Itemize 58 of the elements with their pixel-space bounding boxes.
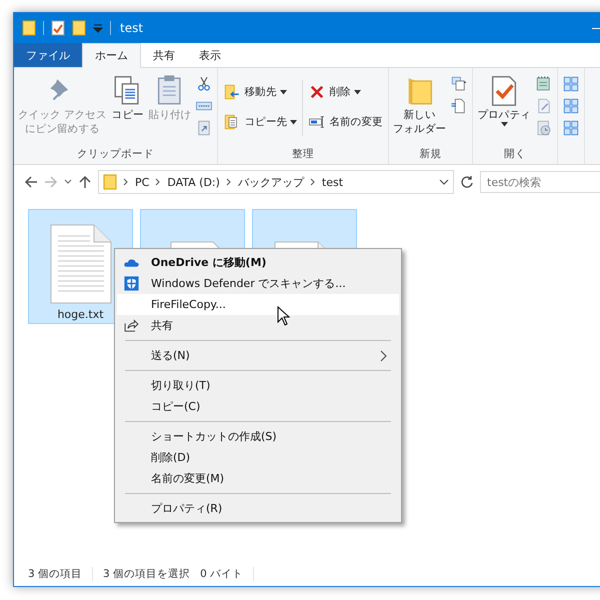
properties-icon[interactable] xyxy=(51,20,65,36)
ribbon-button[interactable]: 名前の変更 xyxy=(306,108,385,136)
ribbon-button[interactable]: コピー xyxy=(110,72,146,124)
folder-icon[interactable] xyxy=(72,20,86,36)
move-to-folder-icon xyxy=(223,83,242,101)
status-text: 0 バイト xyxy=(200,567,244,581)
menu-item[interactable]: プロパティ(R) xyxy=(117,498,399,519)
customize-toolbar-icon[interactable] xyxy=(93,23,103,33)
ribbon-button[interactable]: 新しい フォルダー xyxy=(392,72,448,138)
chevron-icon xyxy=(123,178,129,186)
menu-item[interactable]: コピー(C) xyxy=(117,396,399,417)
history-icon xyxy=(534,119,553,137)
menu-item[interactable]: 削除(D) xyxy=(117,447,399,468)
address-bar[interactable]: PC DATA (D:) バックアップ test xyxy=(98,170,454,194)
grid-icon xyxy=(562,75,580,93)
ribbon-tab[interactable]: ファイル xyxy=(14,43,82,67)
menu-item[interactable]: 送る(N) xyxy=(117,345,399,366)
breadcrumb[interactable]: test xyxy=(322,176,344,188)
group-label: 整理 xyxy=(291,147,316,162)
ribbon-button[interactable]: 移動先 xyxy=(221,78,300,106)
breadcrumb[interactable]: DATA (D:) xyxy=(167,176,220,188)
menu-item[interactable]: ショートカットの作成(S) xyxy=(117,426,399,447)
share-icon xyxy=(123,317,140,334)
ribbon-button[interactable]: コピー先 xyxy=(221,108,300,136)
menu-item[interactable]: 名前の変更(M) xyxy=(117,468,399,489)
ribbon-button[interactable]: 削除 xyxy=(306,78,385,106)
mouse-cursor-icon xyxy=(277,306,290,326)
ribbon-tab[interactable]: 共有 xyxy=(141,43,187,67)
chevron-icon xyxy=(155,178,162,186)
status-text: 3 個の項目 xyxy=(28,567,82,581)
breadcrumb[interactable]: PC xyxy=(135,176,150,188)
ribbon-tab[interactable]: 表示 xyxy=(187,43,233,67)
status-text: 3 個の項目を選択 xyxy=(103,567,190,581)
refresh-icon[interactable] xyxy=(460,175,474,189)
group-label: クリップボード xyxy=(76,147,156,162)
chevron-icon xyxy=(310,178,316,186)
ribbon-tab[interactable]: ホーム xyxy=(82,43,141,68)
folder-icon xyxy=(103,174,117,190)
menu-item[interactable]: 切り取り(T) xyxy=(117,375,399,396)
folder-icon xyxy=(22,20,36,36)
grid-icon xyxy=(562,97,580,115)
window-title: test xyxy=(120,21,144,35)
recent-locations-icon[interactable] xyxy=(64,178,72,186)
shield-icon xyxy=(123,275,140,292)
group-label: 新規 xyxy=(418,147,443,162)
back-icon[interactable] xyxy=(24,175,38,189)
ribbon-button[interactable]: プロパティ xyxy=(476,72,532,130)
grid-icon xyxy=(562,119,580,137)
chevron-icon xyxy=(226,178,232,186)
breadcrumb[interactable]: バックアップ xyxy=(238,174,304,190)
new-item-icon xyxy=(450,75,468,93)
text-file-icon xyxy=(50,224,112,304)
search-field[interactable]: testの検索 xyxy=(480,171,600,193)
menu-item[interactable]: FireFileCopy... xyxy=(117,294,399,315)
dropdown-icon[interactable] xyxy=(439,178,449,186)
up-icon[interactable] xyxy=(78,175,92,189)
group-label: 開く xyxy=(503,147,528,162)
file-name: hoge.txt xyxy=(57,308,104,321)
